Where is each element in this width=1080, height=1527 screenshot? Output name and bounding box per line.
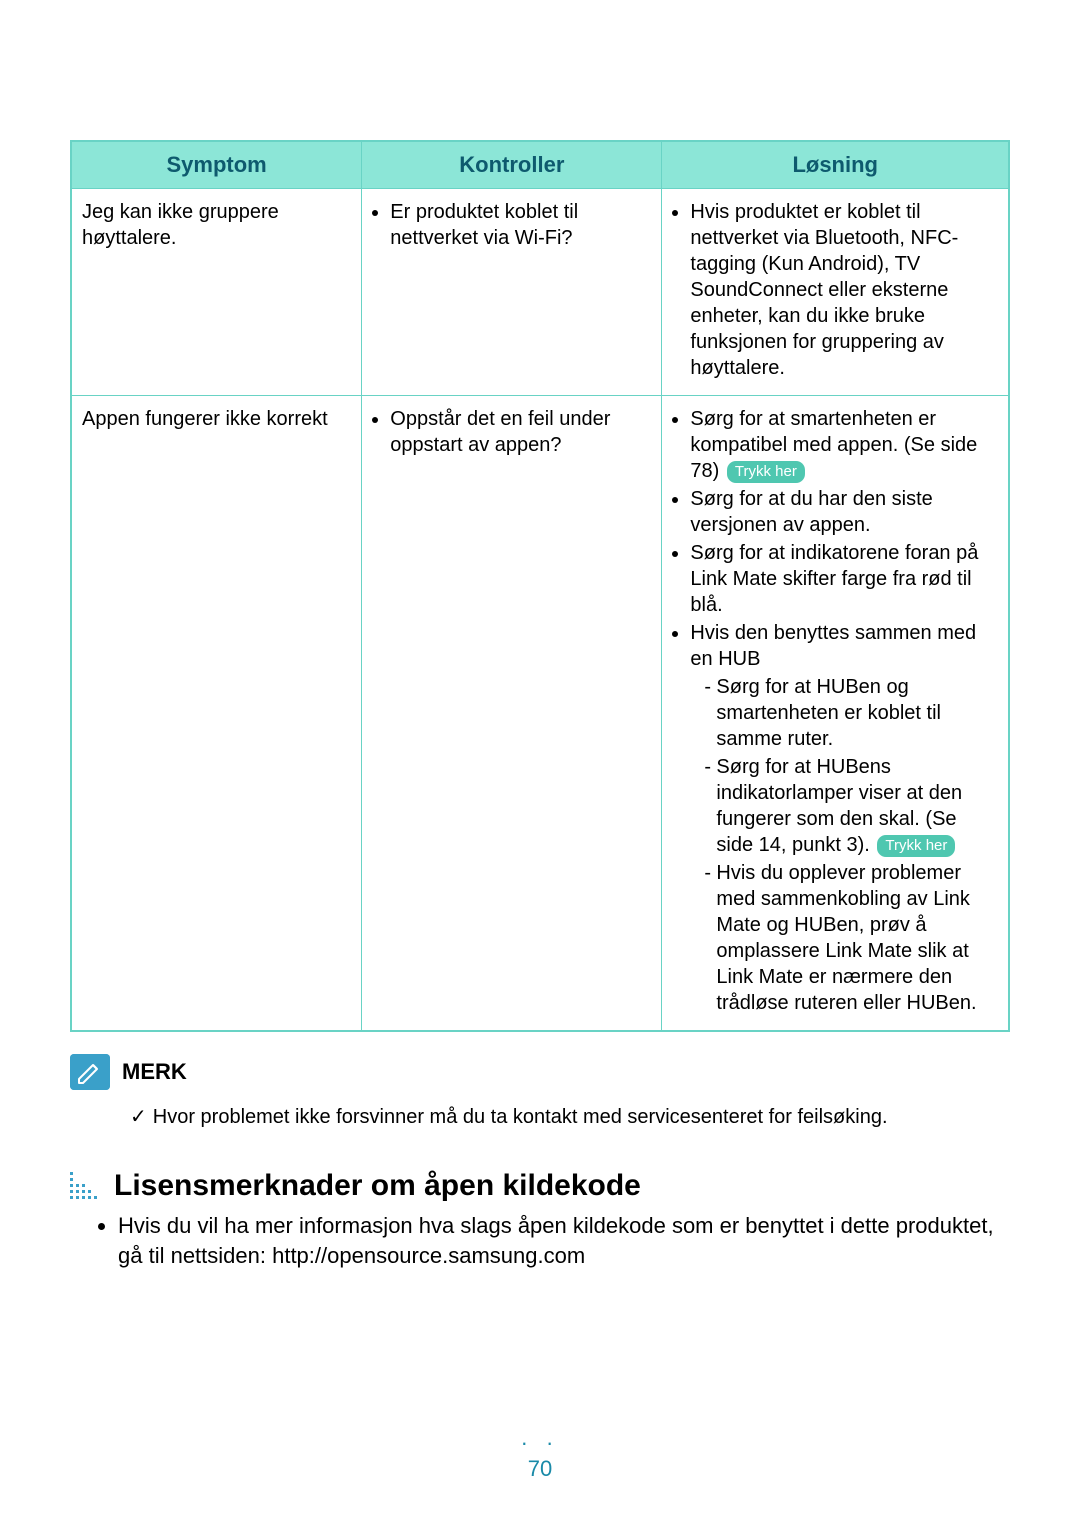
table-row: Jeg kan ikke gruppere høyttalere. Er pro… <box>71 189 1009 396</box>
cell-check: Er produktet koblet til nettverket via W… <box>362 189 662 396</box>
table-row: Appen fungerer ikke korrekt Oppstår det … <box>71 396 1009 1032</box>
th-check: Kontroller <box>362 141 662 189</box>
body-bullet: Hvis du vil ha mer informasjon hva slags… <box>118 1211 1010 1270</box>
section-bullet-icon <box>70 1172 98 1200</box>
link-button-page14[interactable]: Trykk her <box>877 835 955 857</box>
th-solution: Løsning <box>662 141 1009 189</box>
link-button-page78[interactable]: Trykk her <box>727 461 805 483</box>
solution-subitem: Sørg for at HUBen og smartenheten er kob… <box>704 674 998 752</box>
solution-item: Hvis produktet er koblet til nettverket … <box>690 199 998 381</box>
solution-subitem: Sørg for at HUBens indikatorlamper viser… <box>704 754 998 858</box>
note-pencil-icon <box>70 1054 110 1090</box>
solution-item: Hvis den benyttes sammen med en HUB Sørg… <box>690 620 998 1016</box>
check-item: Er produktet koblet til nettverket via W… <box>390 199 651 251</box>
solution-text: Hvis den benyttes sammen med en HUB <box>690 622 976 670</box>
cell-solution: Hvis produktet er koblet til nettverket … <box>662 189 1009 396</box>
solution-item: Sørg for at indikatorene foran på Link M… <box>690 540 998 618</box>
note-text: ✓ Hvor problemet ikke forsvinner må du ta… <box>130 1104 1010 1129</box>
cell-solution: Sørg for at smartenheten er kompatibel m… <box>662 396 1009 1032</box>
th-symptom: Symptom <box>71 141 362 189</box>
troubleshoot-table: Symptom Kontroller Løsning Jeg kan ikke … <box>70 140 1010 1032</box>
cell-symptom: Jeg kan ikke gruppere høyttalere. <box>71 189 362 396</box>
solution-item: Sørg for at smartenheten er kompatibel m… <box>690 406 998 484</box>
note-block: MERK <box>70 1054 1010 1090</box>
note-body: Hvor problemet ikke forsvinner må du ta … <box>153 1106 888 1128</box>
page-number: · · 70 <box>0 1430 1080 1482</box>
checkmark-icon: ✓ <box>130 1106 147 1128</box>
section-title: Lisensmerknader om åpen kildekode <box>114 1169 641 1203</box>
page-dots-icon: · · <box>521 1430 560 1455</box>
cell-check: Oppstår det en feil under oppstart av ap… <box>362 396 662 1032</box>
cell-symptom: Appen fungerer ikke korrekt <box>71 396 362 1032</box>
section-heading: Lisensmerknader om åpen kildekode <box>70 1169 1010 1203</box>
page-number-value: 70 <box>528 1456 552 1481</box>
check-item: Oppstår det en feil under oppstart av ap… <box>390 406 651 458</box>
solution-item: Sørg for at du har den siste versjonen a… <box>690 486 998 538</box>
body-bullet-list: Hvis du vil ha mer informasjon hva slags… <box>98 1211 1010 1270</box>
note-label: MERK <box>122 1059 187 1085</box>
solution-subitem: Hvis du opplever problemer med sammenkob… <box>704 860 998 1016</box>
